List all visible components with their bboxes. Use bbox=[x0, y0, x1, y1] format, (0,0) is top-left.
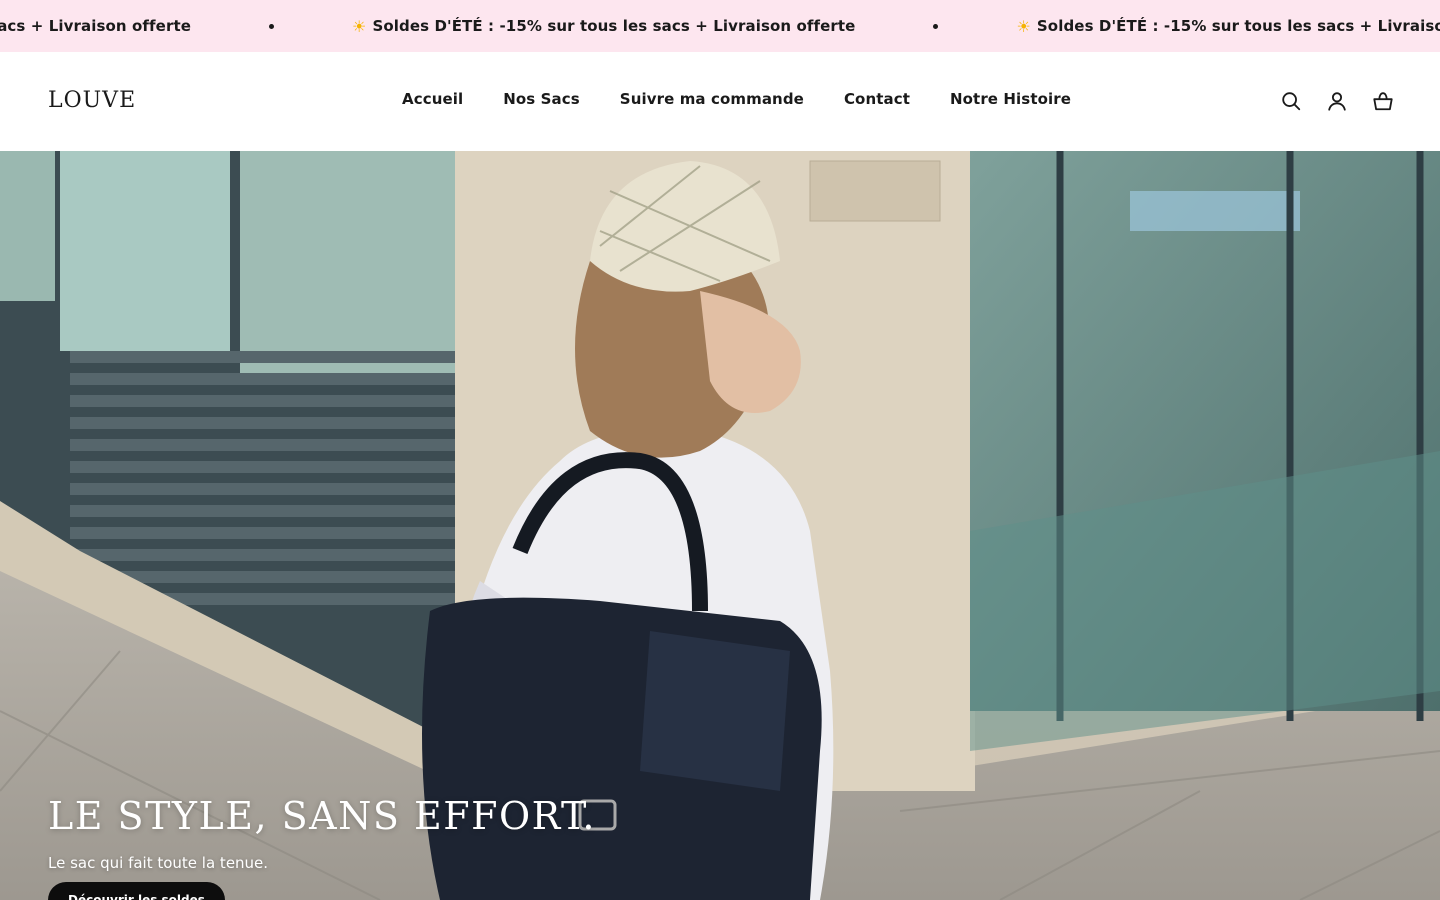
shop-sale-button[interactable]: Découvrir les soldes bbox=[48, 882, 225, 900]
hero-banner: LE STYLE, SANS EFFORT. Le sac qui fait t… bbox=[0, 151, 1440, 900]
account-icon[interactable] bbox=[1326, 89, 1348, 113]
site-header: LOUVE Accueil Nos Sacs Suivre ma command… bbox=[0, 52, 1440, 151]
cart-icon[interactable] bbox=[1372, 89, 1394, 113]
nav-item-suivre-commande[interactable]: Suivre ma commande bbox=[620, 90, 804, 108]
nav-item-accueil[interactable]: Accueil bbox=[402, 90, 463, 108]
nav-item-contact[interactable]: Contact bbox=[844, 90, 910, 108]
sun-icon: ☀ bbox=[1016, 16, 1031, 36]
hero-subtitle: Le sac qui fait toute la tenue. bbox=[48, 854, 269, 872]
announcement-marquee: Soldes D'ÉTÉ : -15% sur tous les sacs + … bbox=[0, 0, 1440, 52]
sun-icon: ☀ bbox=[352, 16, 367, 36]
main-nav: Accueil Nos Sacs Suivre ma commande Cont… bbox=[402, 90, 1071, 108]
nav-item-nos-sacs[interactable]: Nos Sacs bbox=[503, 90, 580, 108]
nav-item-notre-histoire[interactable]: Notre Histoire bbox=[950, 90, 1071, 108]
hero-text: LE STYLE, SANS EFFORT. Le sac qui fait t… bbox=[48, 794, 596, 900]
separator-dot bbox=[933, 23, 939, 29]
announcement-item[interactable]: ☀ Soldes D'ÉTÉ : -15% sur tous les sacs … bbox=[352, 17, 855, 36]
hero-title: LE STYLE, SANS EFFORT. bbox=[48, 794, 596, 838]
search-icon[interactable] bbox=[1280, 89, 1302, 113]
announcement-text: Soldes D'ÉTÉ : -15% sur tous les sacs + … bbox=[372, 17, 856, 35]
announcement-item[interactable]: ☀ Soldes D'ÉTÉ : -15% sur tous les sacs … bbox=[1016, 17, 1440, 36]
hero-image bbox=[0, 151, 1440, 900]
header-icons bbox=[1280, 89, 1394, 113]
announcement-item[interactable]: Soldes D'ÉTÉ : -15% sur tous les sacs + … bbox=[0, 17, 191, 35]
announcement-text: Soldes D'ÉTÉ : -15% sur tous les sacs + … bbox=[1036, 17, 1440, 35]
announcement-bar: Soldes D'ÉTÉ : -15% sur tous les sacs + … bbox=[0, 0, 1440, 52]
separator-dot bbox=[269, 23, 274, 29]
announcement-text: Soldes D'ÉTÉ : -15% sur tous les sacs + … bbox=[0, 17, 191, 35]
brand-logo[interactable]: LOUVE bbox=[48, 88, 136, 113]
